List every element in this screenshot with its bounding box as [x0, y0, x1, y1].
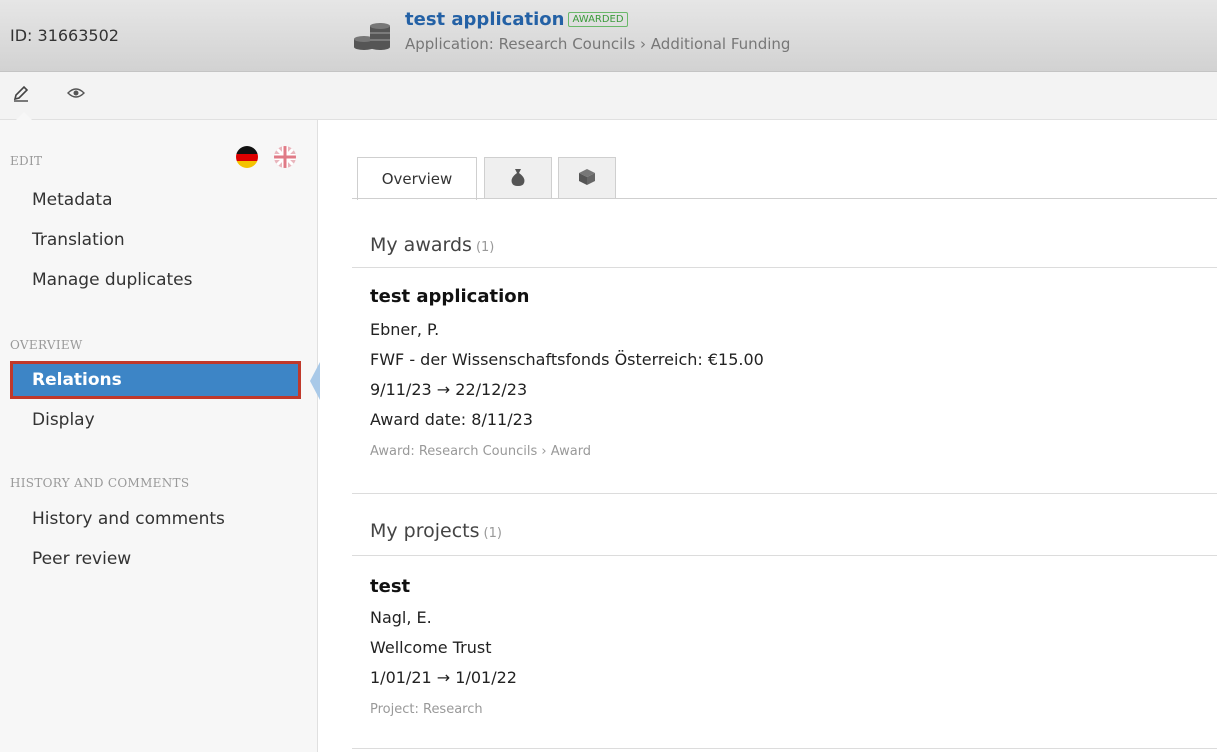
active-mode-caret: [16, 112, 32, 120]
award-type: Award: Research Councils › Award: [370, 444, 592, 459]
sidebar-item-metadata[interactable]: Metadata: [10, 181, 302, 219]
sidebar-item-peer-review[interactable]: Peer review: [10, 540, 302, 578]
projects-heading: My projects (1): [370, 520, 502, 542]
eye-icon[interactable]: [65, 82, 87, 104]
english-flag-icon[interactable]: [274, 146, 296, 168]
sidebar-item-display[interactable]: Display: [10, 401, 302, 439]
german-flag-icon[interactable]: [236, 146, 258, 168]
projects-heading-label: My projects: [370, 520, 480, 542]
section-label-history: HISTORY AND COMMENTS: [10, 476, 190, 490]
box-icon: [578, 168, 596, 190]
award-date: Award date: 8/11/23: [370, 410, 533, 429]
tabs-divider: [352, 198, 1217, 199]
award-title[interactable]: test application: [370, 286, 529, 307]
project-funder[interactable]: Wellcome Trust: [370, 638, 491, 657]
project-title[interactable]: test: [370, 576, 410, 597]
tab-funding[interactable]: [484, 157, 552, 199]
award-person[interactable]: Ebner, P.: [370, 320, 439, 339]
record-type-breadcrumb: Application: Research Councils › Additio…: [405, 35, 791, 53]
projects-divider: [352, 555, 1217, 556]
money-bag-icon: [510, 167, 526, 191]
mode-toolbar: [0, 72, 1217, 120]
sidebar-item-manage-duplicates[interactable]: Manage duplicates: [10, 261, 302, 299]
awards-count: (1): [475, 240, 495, 255]
section-divider: [352, 493, 1217, 494]
section-label-edit: EDIT: [10, 154, 43, 168]
tab-overview[interactable]: Overview: [357, 157, 477, 200]
award-period: 9/11/23 → 22/12/23: [370, 380, 528, 399]
projects-count: (1): [483, 526, 502, 541]
project-person[interactable]: Nagl, E.: [370, 608, 432, 627]
awards-divider: [352, 267, 1217, 268]
record-title[interactable]: test application: [405, 9, 564, 30]
award-funder[interactable]: FWF - der Wissenschaftsfonds Österreich:…: [370, 350, 764, 369]
awards-heading-label: My awards: [370, 234, 472, 256]
project-type: Project: Research: [370, 702, 483, 717]
sidebar-item-relations[interactable]: Relations: [10, 361, 301, 399]
awards-heading: My awards (1): [370, 234, 494, 256]
sidebar: EDIT Metadata Translation Manage duplica…: [0, 120, 320, 752]
pencil-icon[interactable]: [10, 82, 32, 104]
sidebar-item-translation[interactable]: Translation: [10, 221, 302, 259]
bottom-divider: [352, 748, 1217, 749]
sidebar-item-history-and-comments[interactable]: History and comments: [10, 500, 302, 538]
record-header: ID: 31663502 test application AWARDED App…: [0, 0, 1217, 72]
record-id: ID: 31663502: [10, 26, 119, 45]
status-badge: AWARDED: [568, 12, 628, 27]
coins-icon: [352, 18, 392, 54]
tab-outputs[interactable]: [558, 157, 616, 199]
section-label-overview: OVERVIEW: [10, 338, 83, 352]
active-item-pointer: [310, 362, 320, 400]
project-period: 1/01/21 → 1/01/22: [370, 668, 517, 687]
